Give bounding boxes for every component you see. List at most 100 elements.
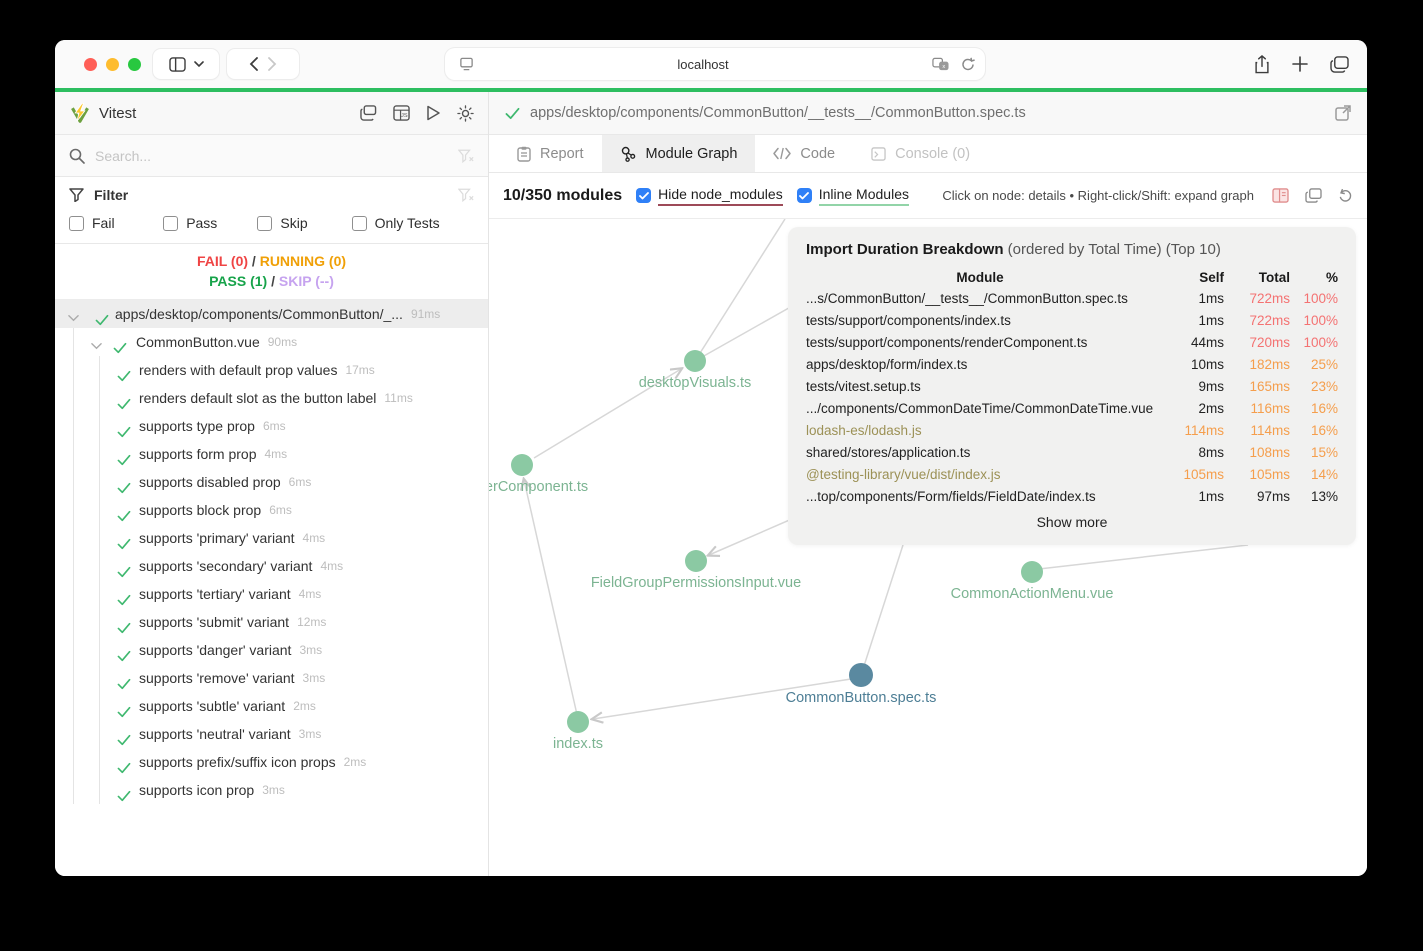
graph-hint: Click on node: details • Right-click/Shi… [942,188,1254,203]
forward-icon[interactable] [267,57,277,71]
percent: 14% [1310,467,1338,482]
test-row[interactable]: supports type prop 6ms [55,412,488,440]
tab-module-graph[interactable]: Module Graph [601,135,756,172]
show-more-button[interactable]: Show more [806,514,1338,530]
zoom-window-button[interactable] [128,58,141,71]
graph-node-index[interactable] [567,711,589,733]
open-in-editor-icon[interactable] [1335,105,1351,121]
back-icon[interactable] [249,57,259,71]
breakdown-row: shared/stores/application.ts 8ms 108ms 15% [806,442,1338,464]
filter-checkbox-fail[interactable]: Fail [69,215,163,231]
graph-node-label: desktopVisuals.ts [638,375,752,391]
test-row[interactable]: renders with default prop values 17ms [55,356,488,384]
chevron-down-icon [68,315,79,322]
search-placeholder: Search... [95,147,152,164]
clear-filter-icon[interactable] [458,188,474,202]
checkbox-icon [257,215,273,231]
reset-graph-icon[interactable] [1338,188,1353,203]
node-details-toggle-icon[interactable] [1272,188,1289,203]
test-row[interactable]: renders default slot as the button label… [55,384,488,412]
collapse-all-icon[interactable] [360,105,377,121]
test-row[interactable]: supports 'submit' variant 12ms [55,608,488,636]
tab-console[interactable]: Console (0) [853,135,988,172]
test-row[interactable]: supports form prop 4ms [55,440,488,468]
pass-check-icon [117,706,131,718]
graph-node-renderComponent[interactable] [511,454,533,476]
pass-count: PASS (1) [209,273,268,289]
breakdown-row: tests/support/components/index.ts 1ms 722m… [806,310,1338,332]
breakdown-row: ...top/components/Form/fields/FieldDate/… [806,486,1338,508]
test-row[interactable]: supports 'primary' variant 4ms [55,524,488,552]
browser-toolbar: localhost x [55,40,1367,88]
test-row[interactable]: supports 'tertiary' variant 4ms [55,580,488,608]
graph-node-spec[interactable] [849,663,873,687]
test-row[interactable]: supports icon prop 3ms [55,776,488,804]
graph-node-fieldGroup[interactable] [685,550,707,572]
sidebar-toggle-button[interactable] [153,49,219,79]
hide-node-modules-checkbox[interactable]: Hide node_modules [636,186,783,206]
open-graph-window-icon[interactable] [1305,188,1322,203]
code-icon [773,147,792,160]
share-icon[interactable] [1254,54,1270,74]
sidebar: Vitest JS Search... Filter Fail Pass Ski… [55,92,489,876]
clear-search-icon[interactable] [458,149,474,163]
test-row[interactable]: supports 'subtle' variant 2ms [55,692,488,720]
checkbox-icon [163,215,179,231]
total-time: 182ms [1249,357,1290,372]
tab-report[interactable]: Report [499,135,602,172]
test-row[interactable]: supports 'remove' variant 3ms [55,664,488,692]
pass-check-icon [117,678,131,690]
new-tab-icon[interactable] [1292,56,1308,72]
minimize-window-button[interactable] [106,58,119,71]
filter-checkbox-only-tests[interactable]: Only Tests [351,215,474,231]
close-window-button[interactable] [84,58,97,71]
module-graph-canvas[interactable]: renderComponent.ts desktopVisuals.ts Field… [489,219,1367,876]
test-file-row[interactable]: apps/desktop/components/CommonButton/_..… [55,300,488,328]
inline-modules-checkbox[interactable]: Inline Modules [796,186,909,206]
modules-count: 10/350 modules [503,186,623,204]
test-row[interactable]: supports 'danger' variant 3ms [55,636,488,664]
tab-overview-icon[interactable] [1330,55,1349,73]
test-row[interactable]: supports 'secondary' variant 4ms [55,552,488,580]
test-row[interactable]: supports 'neutral' variant 3ms [55,720,488,748]
breakdown-row: .../components/CommonDateTime/CommonDate… [806,398,1338,420]
test-row[interactable]: supports prefix/suffix icon props 2ms [55,748,488,776]
self-time: 9ms [1198,379,1224,394]
filter-checkbox-pass[interactable]: Pass [163,215,257,231]
module-name: tests/vitest.setup.ts [806,379,921,394]
test-row[interactable]: supports block prop 6ms [55,496,488,524]
run-all-icon[interactable] [426,105,441,121]
self-time: 8ms [1198,445,1224,460]
self-time: 1ms [1198,291,1224,306]
percent: 23% [1310,379,1338,394]
module-name: ...s/CommonButton/__tests__/CommonButton… [806,291,1128,306]
tab-code[interactable]: Code [755,135,853,172]
percent: 100% [1303,335,1338,350]
svg-text:JS: JS [401,113,408,119]
graph-node-label: FieldGroupPermissionsInput.vue [590,575,802,591]
graph-node-desktopVisuals[interactable] [684,350,706,372]
breakdown-title: Import Duration Breakdown (ordered by To… [806,241,1221,258]
breakdown-row: @testing-library/vue/dist/index.js 105ms 1… [806,464,1338,486]
filter-checkbox-skip[interactable]: Skip [257,215,351,231]
app-title: Vitest [99,104,137,122]
svg-text:x: x [942,64,945,70]
test-row[interactable]: supports disabled prop 6ms [55,468,488,496]
reload-icon[interactable] [961,57,975,72]
page-settings-icon[interactable] [459,57,474,71]
percent: 100% [1303,291,1338,306]
total-time: 116ms [1250,401,1290,416]
graph-node-actionMenu[interactable] [1021,561,1043,583]
main-panel: apps/desktop/components/CommonButton/__t… [489,92,1367,876]
translate-icon[interactable]: x [932,57,949,71]
tree-indent-guide [73,328,74,804]
address-bar[interactable]: localhost x [445,48,985,80]
filter-icon [69,188,84,202]
search-bar[interactable]: Search... [55,135,488,177]
theme-toggle-icon[interactable] [457,104,474,122]
dashboard-icon[interactable]: JS [393,105,410,121]
total-time: 105ms [1249,467,1290,482]
filter-checkboxes: Fail Pass Skip Only Tests [69,215,474,231]
test-suite-row[interactable]: CommonButton.vue 90ms [55,328,488,356]
percent: 100% [1303,313,1338,328]
